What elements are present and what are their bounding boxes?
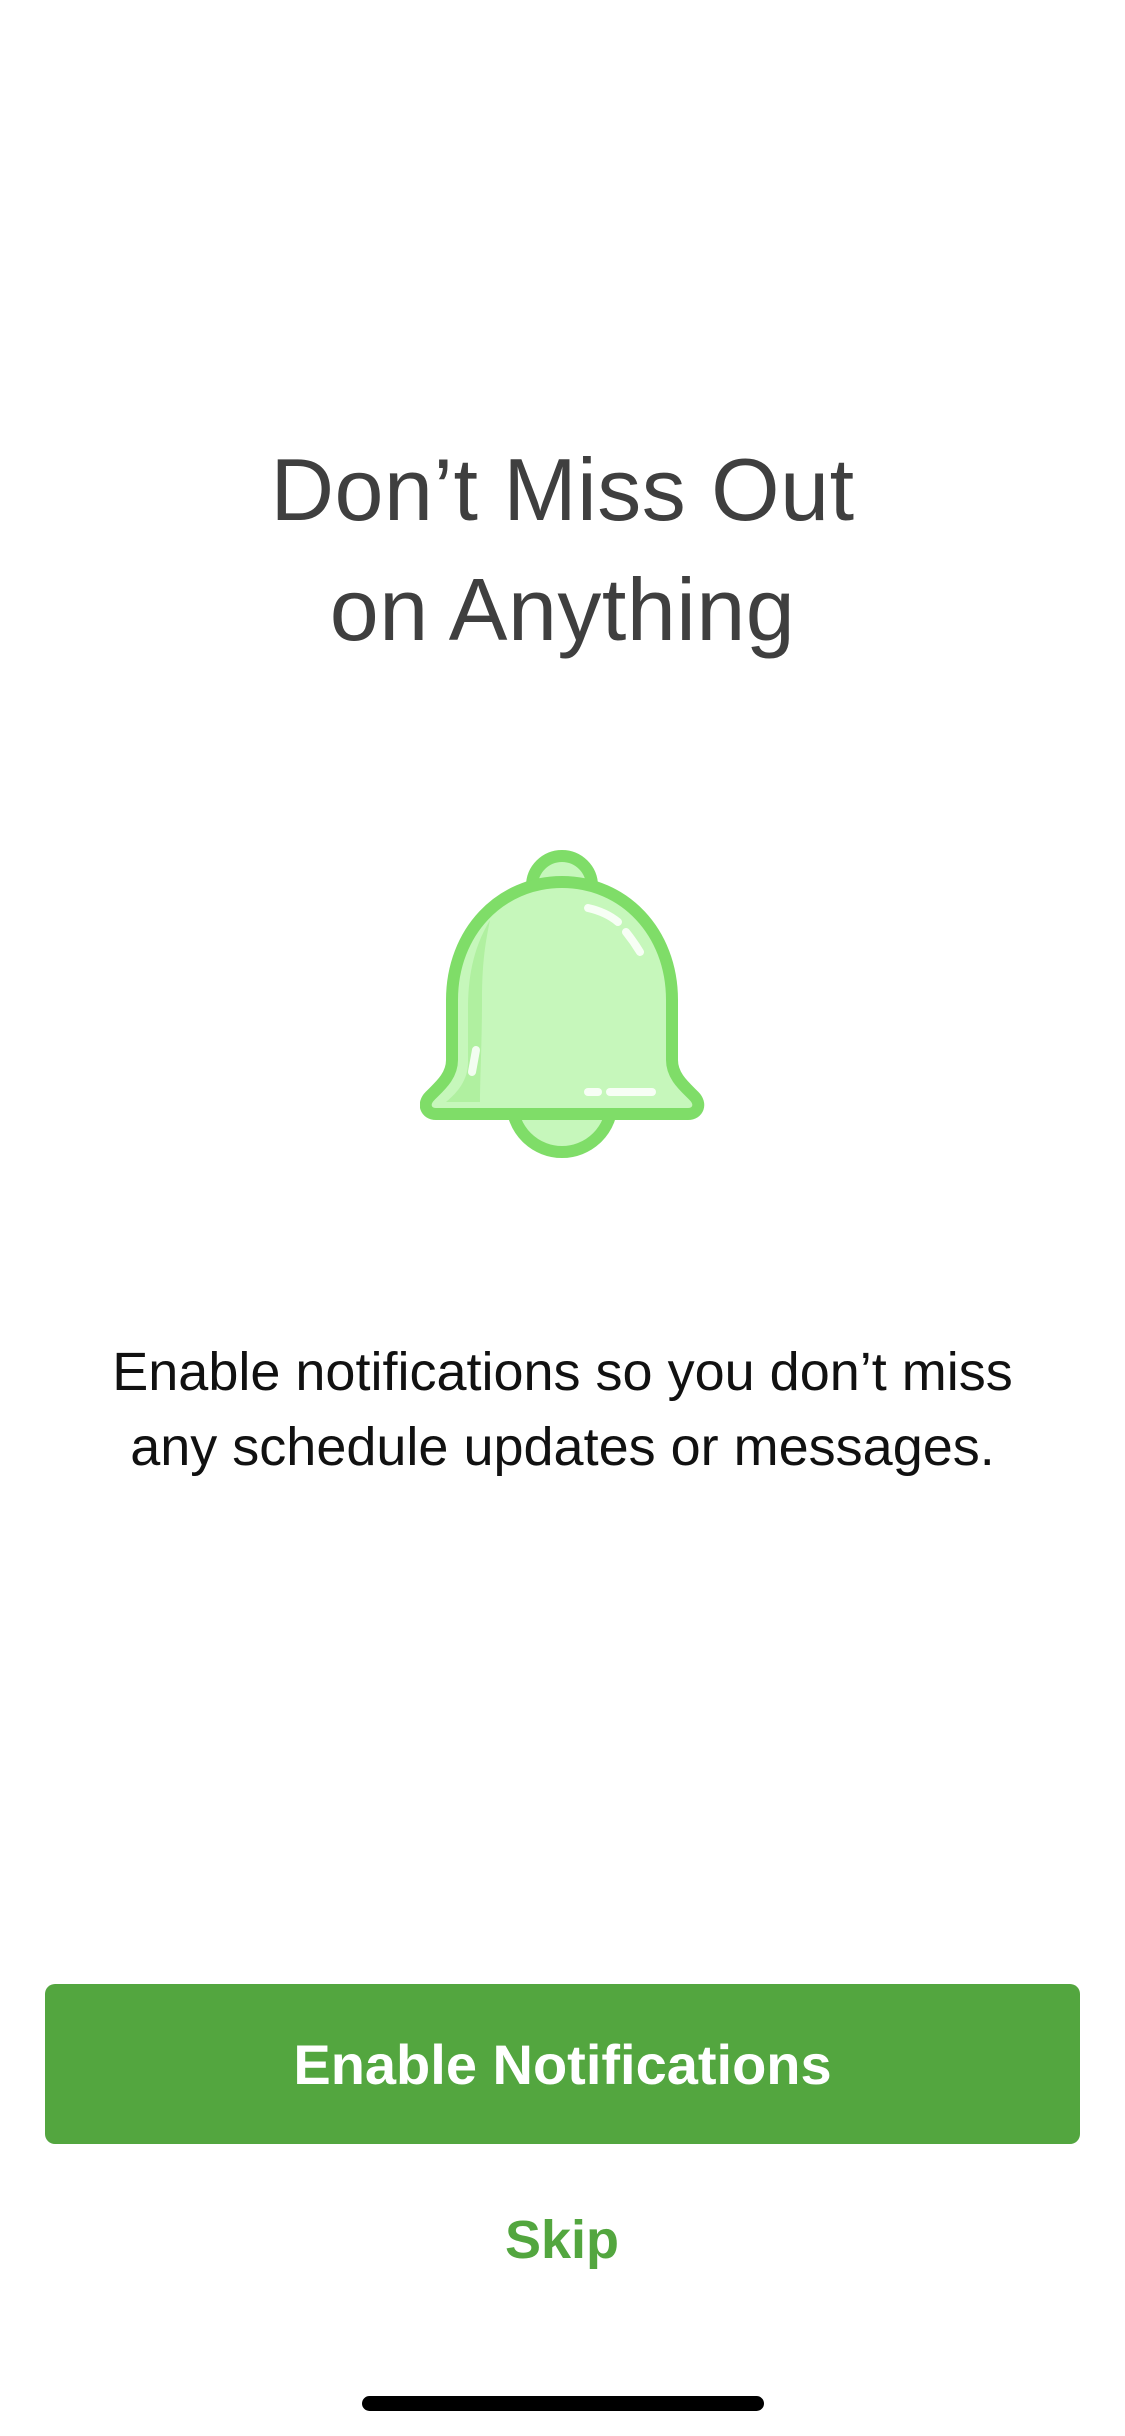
skip-button[interactable]: Skip bbox=[412, 2195, 712, 2285]
page-title: Don’t Miss Out on Anything bbox=[0, 430, 1125, 670]
description-text: Enable notifications so you don’t miss a… bbox=[112, 1342, 1013, 1477]
title-line-1: Don’t Miss Out bbox=[270, 440, 855, 539]
bell-icon bbox=[420, 840, 705, 1160]
home-indicator[interactable] bbox=[362, 2396, 764, 2411]
enable-notifications-button[interactable]: Enable Notifications bbox=[45, 1984, 1080, 2144]
title-line-2: on Anything bbox=[329, 560, 796, 659]
notification-permission-screen: Don’t Miss Out on Anything Enable notifi… bbox=[0, 0, 1125, 2436]
